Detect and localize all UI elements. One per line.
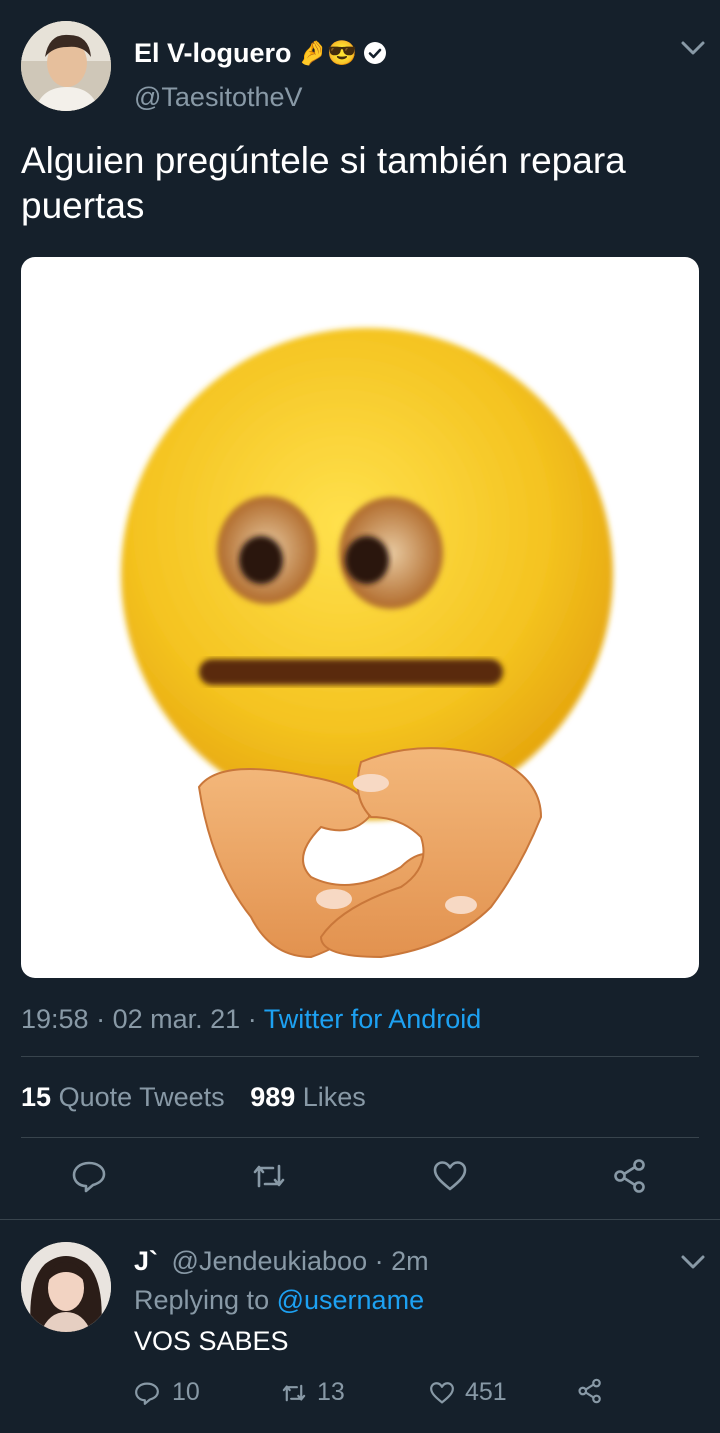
author-handle[interactable]: @TaesitotheV: [134, 82, 303, 113]
tweet-text: Alguien pregúntele si también repara pue…: [21, 138, 626, 228]
share-icon: [614, 1159, 645, 1193]
like-count: 989: [250, 1082, 296, 1112]
reply-like-button[interactable]: 451: [429, 1378, 507, 1407]
reply-retweet-count: 13: [317, 1378, 345, 1406]
divider: [21, 1137, 699, 1138]
like-button[interactable]: [432, 1158, 468, 1199]
meta-separator: ·: [96, 1004, 106, 1034]
reply-icon: [135, 1382, 159, 1405]
reply-time: · 2m: [374, 1246, 429, 1276]
retweet-icon: [253, 1164, 285, 1188]
reply-header: J` @Jendeukiaboo · 2m: [134, 1246, 429, 1277]
share-icon: [578, 1378, 601, 1404]
quote-label: Quote Tweets: [58, 1082, 225, 1112]
reply-author-name[interactable]: J`: [134, 1246, 158, 1276]
likes-stat[interactable]: 989 Likes: [250, 1082, 366, 1112]
author-name-row[interactable]: El V-loguero 🤌😎: [134, 36, 387, 70]
reply-reply-count: 10: [172, 1378, 200, 1406]
share-button[interactable]: [612, 1158, 648, 1199]
reply-retweet-button[interactable]: 13: [281, 1378, 345, 1407]
reply-text: VOS SABES: [134, 1326, 289, 1356]
reply-icon: [72, 1161, 106, 1193]
tweet-stats: 15 Quote Tweets 989 Likes: [21, 1082, 366, 1113]
author-avatar[interactable]: [21, 21, 111, 111]
reply-author-handle[interactable]: @Jendeukiaboo: [172, 1246, 368, 1276]
tweet-time[interactable]: 19:58: [21, 1004, 89, 1034]
quote-count: 15: [21, 1082, 52, 1112]
tweet-source-link[interactable]: Twitter for Android: [264, 1004, 482, 1034]
reply-chevron-down-icon[interactable]: [680, 1254, 706, 1275]
like-label: Likes: [302, 1082, 366, 1112]
quote-tweets-stat[interactable]: 15 Quote Tweets: [21, 1082, 232, 1112]
tweet-text-line: puertas: [21, 185, 145, 226]
meta-separator: ·: [247, 1004, 257, 1034]
like-icon: [430, 1381, 454, 1403]
tweet-text-line: Alguien pregúntele si también repara: [21, 140, 626, 181]
reply-share-button[interactable]: [577, 1378, 603, 1409]
reply-author-avatar[interactable]: [21, 1242, 111, 1332]
reply-reply-button[interactable]: 10: [134, 1378, 200, 1407]
reply-button[interactable]: [71, 1158, 107, 1199]
replying-to-link[interactable]: @username: [277, 1285, 424, 1315]
like-icon: [433, 1161, 467, 1191]
reply-like-count: 451: [465, 1378, 507, 1406]
tweet-media-image[interactable]: [21, 257, 699, 978]
author-name[interactable]: El V-loguero: [134, 38, 292, 69]
retweet-icon: [282, 1384, 306, 1401]
divider: [0, 1219, 720, 1220]
retweet-button[interactable]: [251, 1158, 287, 1199]
tweet-date[interactable]: 02 mar. 21: [113, 1004, 241, 1034]
author-emoji: 🤌😎: [297, 39, 358, 67]
tweet-meta: 19:58 · 02 mar. 21 · Twitter for Android: [21, 1004, 481, 1035]
verified-icon: [363, 41, 387, 65]
chevron-down-icon[interactable]: [680, 40, 706, 61]
replying-to: Replying to @username: [134, 1285, 424, 1316]
replying-label: Replying to: [134, 1285, 270, 1315]
divider: [21, 1056, 699, 1057]
emoji-hands-illustration: [121, 328, 613, 959]
